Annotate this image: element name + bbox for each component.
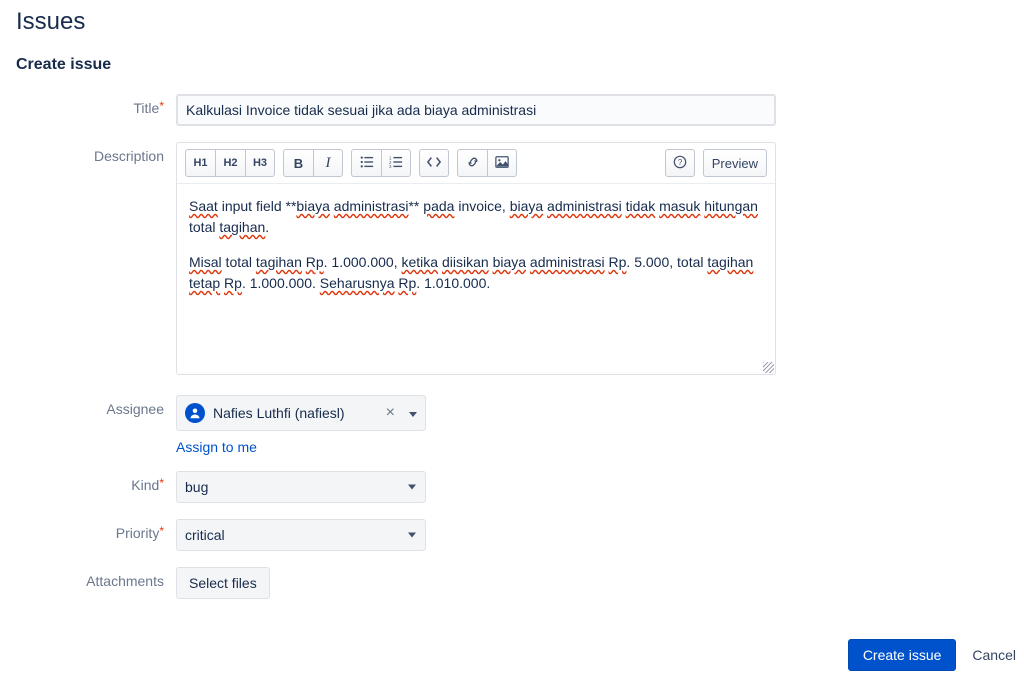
chevron-down-icon bbox=[403, 405, 417, 421]
priority-select[interactable]: critical bbox=[176, 519, 426, 551]
numbered-list-icon: 123 bbox=[389, 155, 403, 172]
h1-button[interactable]: H1 bbox=[185, 149, 215, 177]
footer-actions: Create issue Cancel bbox=[16, 615, 1016, 679]
create-issue-button[interactable]: Create issue bbox=[848, 639, 957, 671]
h2-button[interactable]: H2 bbox=[215, 149, 245, 177]
help-icon: ? bbox=[673, 155, 687, 172]
assign-to-me-link[interactable]: Assign to me bbox=[176, 439, 257, 455]
bullet-list-button[interactable] bbox=[351, 149, 381, 177]
svg-text:?: ? bbox=[678, 158, 683, 167]
select-files-button[interactable]: Select files bbox=[176, 567, 270, 599]
clear-assignee-button[interactable]: × bbox=[386, 404, 395, 422]
link-icon bbox=[466, 155, 480, 172]
cancel-button[interactable]: Cancel bbox=[972, 647, 1016, 663]
assignee-label: Assignee bbox=[16, 395, 176, 417]
code-icon bbox=[427, 155, 441, 172]
assignee-value: Nafies Luthfi (nafiesl) bbox=[213, 405, 378, 421]
code-button[interactable] bbox=[419, 149, 449, 177]
svg-text:3: 3 bbox=[389, 164, 392, 169]
description-label: Description bbox=[16, 142, 176, 164]
bold-button[interactable]: B bbox=[283, 149, 313, 177]
preview-button[interactable]: Preview bbox=[703, 149, 767, 177]
required-icon: * bbox=[159, 524, 164, 538]
attachments-row: Attachments Select files bbox=[16, 567, 1008, 599]
required-icon: * bbox=[159, 476, 164, 490]
h3-button[interactable]: H3 bbox=[245, 149, 275, 177]
link-button[interactable] bbox=[457, 149, 487, 177]
help-button[interactable]: ? bbox=[665, 149, 695, 177]
kind-select[interactable]: bug bbox=[176, 471, 426, 503]
bullet-list-icon bbox=[360, 155, 374, 172]
kind-label: Kind* bbox=[16, 471, 176, 493]
assignee-row: Assignee Nafies Luthfi (nafiesl) × Assig… bbox=[16, 395, 1008, 455]
numbered-list-button[interactable]: 123 bbox=[381, 149, 411, 177]
italic-button[interactable]: I bbox=[313, 149, 343, 177]
title-label: Title* bbox=[16, 94, 176, 116]
image-icon bbox=[495, 155, 509, 172]
priority-row: Priority* critical bbox=[16, 519, 1008, 551]
image-button[interactable] bbox=[487, 149, 517, 177]
priority-label: Priority* bbox=[16, 519, 176, 541]
required-icon: * bbox=[159, 99, 164, 113]
title-input[interactable] bbox=[176, 94, 776, 126]
attachments-label: Attachments bbox=[16, 567, 176, 589]
title-row: Title* bbox=[16, 94, 1008, 126]
section-title: Create issue bbox=[16, 56, 1008, 74]
resize-handle[interactable] bbox=[763, 362, 774, 373]
description-textarea[interactable]: Saat input field **biaya administrasi** … bbox=[177, 184, 775, 374]
avatar-icon bbox=[185, 403, 205, 423]
editor-toolbar: H1 H2 H3 B I 123 bbox=[177, 143, 775, 184]
page-title: Issues bbox=[16, 8, 1008, 36]
description-editor: H1 H2 H3 B I 123 bbox=[176, 142, 776, 375]
description-row: Description H1 H2 H3 B I 123 bbox=[16, 142, 1008, 375]
assignee-select[interactable]: Nafies Luthfi (nafiesl) × bbox=[176, 395, 426, 431]
kind-row: Kind* bug bbox=[16, 471, 1008, 503]
